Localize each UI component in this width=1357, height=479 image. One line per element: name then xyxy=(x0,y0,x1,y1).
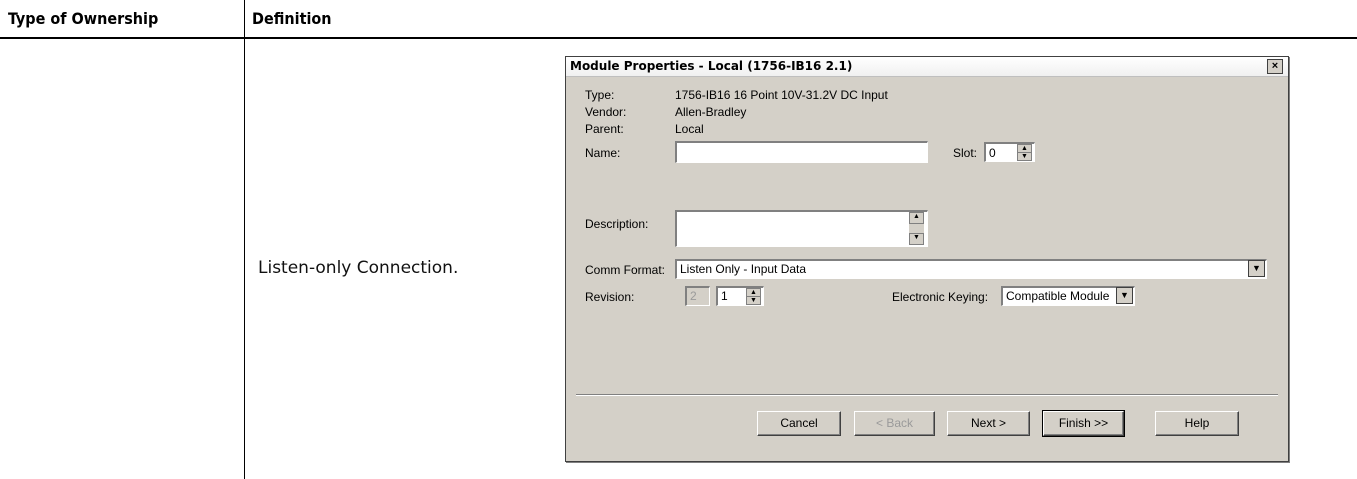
comm-format-select[interactable]: Listen Only - Input Data xyxy=(675,259,1267,279)
help-button[interactable]: Help xyxy=(1155,411,1239,436)
type-value: 1756-IB16 16 Point 10V-31.2V DC Input xyxy=(675,88,888,102)
electronic-keying-label: Electronic Keying: xyxy=(892,290,989,304)
description-label: Description: xyxy=(585,217,649,231)
scroll-down-icon[interactable]: ▼ xyxy=(909,233,924,245)
ownership-type-text: Listen-only Connection. xyxy=(258,258,459,278)
spin-down-icon[interactable]: ▼ xyxy=(1017,152,1032,161)
vendor-label: Vendor: xyxy=(585,105,627,119)
revision-major-field: 2 xyxy=(685,286,710,306)
slot-spinner[interactable]: ▲ ▼ xyxy=(1017,144,1032,161)
spin-down-icon[interactable]: ▼ xyxy=(746,296,761,305)
module-properties-dialog: Module Properties - Local (1756-IB16 2.1… xyxy=(565,56,1289,462)
scroll-up-icon[interactable]: ▲ xyxy=(909,212,924,224)
description-textarea[interactable] xyxy=(675,210,928,247)
revision-label: Revision: xyxy=(585,290,635,304)
next-button[interactable]: Next > xyxy=(947,411,1030,436)
keying-dropdown-icon[interactable]: ▼ xyxy=(1116,287,1133,304)
cancel-button[interactable]: Cancel xyxy=(757,411,841,436)
comm-format-label: Comm Format: xyxy=(585,263,666,277)
table-header-row: Type of Ownership Definition xyxy=(0,0,1357,37)
name-label: Name: xyxy=(585,146,621,160)
name-input[interactable] xyxy=(675,141,928,163)
finish-button[interactable]: Finish >> xyxy=(1042,410,1125,437)
revision-spinner[interactable]: ▲ ▼ xyxy=(746,288,761,305)
header-rule xyxy=(0,37,1357,39)
back-button[interactable]: < Back xyxy=(854,411,935,436)
column-divider xyxy=(244,0,245,479)
description-scrollbar[interactable]: ▲ ▼ xyxy=(909,212,924,245)
dialog-titlebar[interactable]: Module Properties - Local (1756-IB16 2.1… xyxy=(566,57,1288,77)
parent-label: Parent: xyxy=(585,122,624,136)
comm-format-dropdown-icon[interactable]: ▼ xyxy=(1248,260,1265,277)
dialog-title: Module Properties - Local (1756-IB16 2.1… xyxy=(570,59,853,73)
vendor-value: Allen-Bradley xyxy=(675,105,747,119)
slot-label: Slot: xyxy=(953,146,978,160)
button-separator xyxy=(576,394,1278,396)
parent-value: Local xyxy=(675,122,704,136)
electronic-keying-select[interactable]: Compatible Module xyxy=(1001,286,1135,306)
close-icon[interactable]: × xyxy=(1267,59,1283,74)
header-type-of-ownership: Type of Ownership xyxy=(8,9,159,28)
header-definition: Definition xyxy=(252,9,332,28)
type-label: Type: xyxy=(585,88,615,102)
